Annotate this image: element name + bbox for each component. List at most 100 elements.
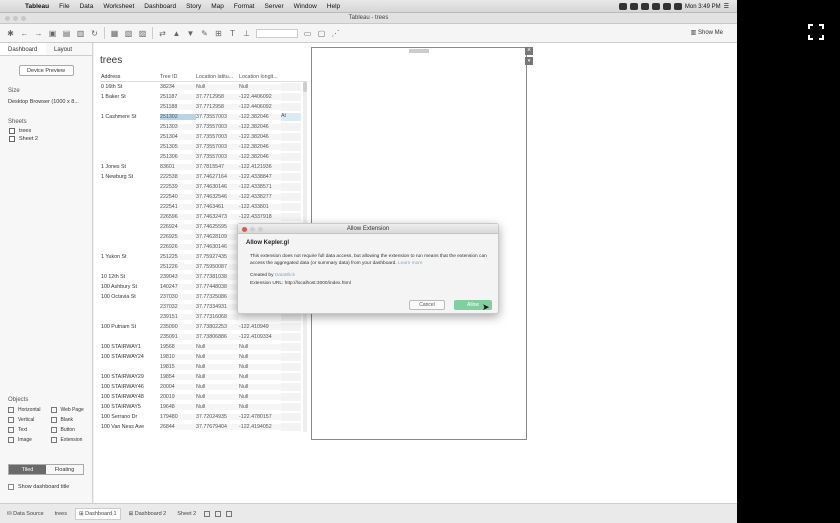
minimize-window-icon[interactable] [13,16,18,21]
cell-longitude[interactable]: Null [239,344,281,350]
status-icon[interactable] [618,3,627,10]
cell-longitude[interactable]: -122.382046 [239,144,281,150]
cell-longitude[interactable]: -122.4337918 [239,214,281,220]
cell-tree-id[interactable]: 237030 [160,294,196,300]
cell-tree-id[interactable]: 38234 [160,84,196,90]
table-row[interactable]: 0 16th St 38234 Null Null [100,82,308,92]
cell-latitude[interactable]: 37.73557003 [196,154,239,160]
tab-data-source[interactable]: ⛁ Data Source [4,509,47,519]
highlight-icon[interactable]: ✎ [200,29,209,38]
cell-tree-id[interactable]: 222540 [160,194,196,200]
cell-extra[interactable] [281,103,301,111]
cell-address[interactable]: 10 12th St [100,274,160,280]
cell-latitude[interactable]: 37.7815547 [196,164,239,170]
labels-icon[interactable]: T [228,29,237,38]
refresh-icon[interactable]: ↻ [90,29,99,38]
cell-longitude[interactable]: -122.4780157 [239,414,281,420]
new-sheet-icon[interactable]: ▦ [110,29,119,38]
cell-address[interactable]: 100 STAIRWAY24 [100,354,160,360]
object-button[interactable]: Button [50,427,94,433]
cell-extra[interactable] [281,413,301,421]
device-preview-button[interactable]: Device Preview [18,65,74,76]
menu-format[interactable]: Format [234,3,255,10]
cell-longitude[interactable]: -122.4338571 [239,184,281,190]
tab-layout[interactable]: Layout [46,43,92,55]
cell-latitude[interactable]: 37.72024935 [196,414,239,420]
cell-tree-id[interactable]: 251188 [160,104,196,110]
cell-longitude[interactable]: -122.4121936 [239,164,281,170]
menu-dashboard[interactable]: Dashboard [144,3,176,10]
cell-tree-id[interactable]: 226926 [160,244,196,250]
table-row[interactable]: 226596 37.74632473 -122.4337918 [100,212,308,222]
cell-extra[interactable] [281,403,301,411]
learn-more-link[interactable]: Learn more [398,261,423,266]
cell-address[interactable]: 0 16th St [100,84,160,90]
cell-longitude[interactable]: -122.433801 [239,204,281,210]
cell-extra[interactable] [281,193,301,201]
cell-longitude[interactable]: Null [239,354,281,360]
cell-tree-id[interactable]: 235090 [160,324,196,330]
cell-tree-id[interactable]: 19568 [160,344,196,350]
tableau-logo-icon[interactable]: ✱ [6,29,15,38]
forward-icon[interactable]: → [34,29,43,38]
cell-latitude[interactable]: Null [196,374,239,380]
cell-tree-id[interactable]: 251225 [160,254,196,260]
cell-address[interactable]: 100 STAIRWAY46 [100,384,160,390]
cell-extra[interactable] [281,393,301,401]
new-story-icon[interactable] [226,510,233,517]
cell-address[interactable]: 100 Serrano Dr [100,414,160,420]
table-row[interactable]: 100 Van Ness Ave 26844 37.77679404 -122.419… [100,422,308,432]
object-web-page[interactable]: Web Page [50,407,94,413]
show-me-button[interactable]: ▥ Show Me [691,29,723,36]
cell-extra[interactable]: At [281,113,301,121]
object-image[interactable]: Image [8,437,51,443]
new-data-source-icon[interactable]: ▤ [62,29,71,38]
table-row[interactable]: 1 Jones St 83601 37.7815547 -122.4121936 [100,162,308,172]
cell-latitude[interactable]: 37.73806886 [196,334,239,340]
table-row[interactable]: 100 STAIRWAY29 19854 Null Null [100,372,308,382]
cell-longitude[interactable]: Null [239,364,281,370]
share-icon[interactable]: ⋰ [331,29,340,38]
cell-tree-id[interactable]: 19854 [160,374,196,380]
cell-tree-id[interactable]: 222541 [160,204,196,210]
tab-sheet-trees[interactable]: trees [52,509,70,519]
cell-address[interactable]: 1 Cashmere St [100,114,160,120]
cell-latitude[interactable]: Null [196,404,239,410]
device-preview-icon[interactable]: ▢ [317,29,326,38]
table-row[interactable]: 222540 37.74632546 -122.4338277 [100,192,308,202]
zoom-window-icon[interactable] [21,16,26,21]
fix-axes-icon[interactable]: ⊥ [242,29,251,38]
cell-latitude[interactable]: 37.77448038 [196,284,239,290]
cell-tree-id[interactable]: 179480 [160,414,196,420]
cell-tree-id[interactable]: 226924 [160,224,196,230]
cell-latitude[interactable]: Null [196,84,239,90]
cell-extra[interactable] [281,143,301,151]
table-row[interactable]: 1 Baker St 251187 37.7712958 -122.4406092 [100,92,308,102]
menu-tableau[interactable]: Tableau [25,3,49,10]
cancel-button[interactable]: Cancel [409,300,445,310]
group-icon[interactable]: ⊞ [214,29,223,38]
cell-address[interactable]: 100 Octavia St [100,294,160,300]
cell-tree-id[interactable]: 251302 [160,114,196,120]
object-horizontal[interactable]: Horizontal [8,407,51,413]
cell-tree-id[interactable]: 251187 [160,94,196,100]
list-icon[interactable]: ☰ [724,3,729,10]
cell-address[interactable]: 100 STAIRWAY5 [100,404,160,410]
duplicate-sheet-icon[interactable]: ▧ [124,29,133,38]
tab-dashboard[interactable]: Dashboard [0,43,46,55]
tab-dashboard-1[interactable]: ⊞ Dashboard 1 [74,507,121,520]
table-row[interactable]: 100 Putnam St 235090 37.73802253 -122.41094… [100,322,308,332]
cell-longitude[interactable]: Null [239,84,281,90]
cell-longitude[interactable]: -122.4406092 [239,104,281,110]
battery-icon[interactable] [673,3,682,10]
cell-longitude[interactable]: -122.4338277 [239,194,281,200]
cell-latitude[interactable]: 37.7712958 [196,94,239,100]
cell-tree-id[interactable]: 20004 [160,384,196,390]
wifi-icon[interactable] [662,3,671,10]
menu-story[interactable]: Story [186,3,201,10]
cell-tree-id[interactable]: 239043 [160,274,196,280]
cell-tree-id[interactable]: 222538 [160,174,196,180]
menu-window[interactable]: Window [294,3,317,10]
cell-latitude[interactable]: 37.73557003 [196,134,239,140]
cell-longitude[interactable]: Null [239,384,281,390]
